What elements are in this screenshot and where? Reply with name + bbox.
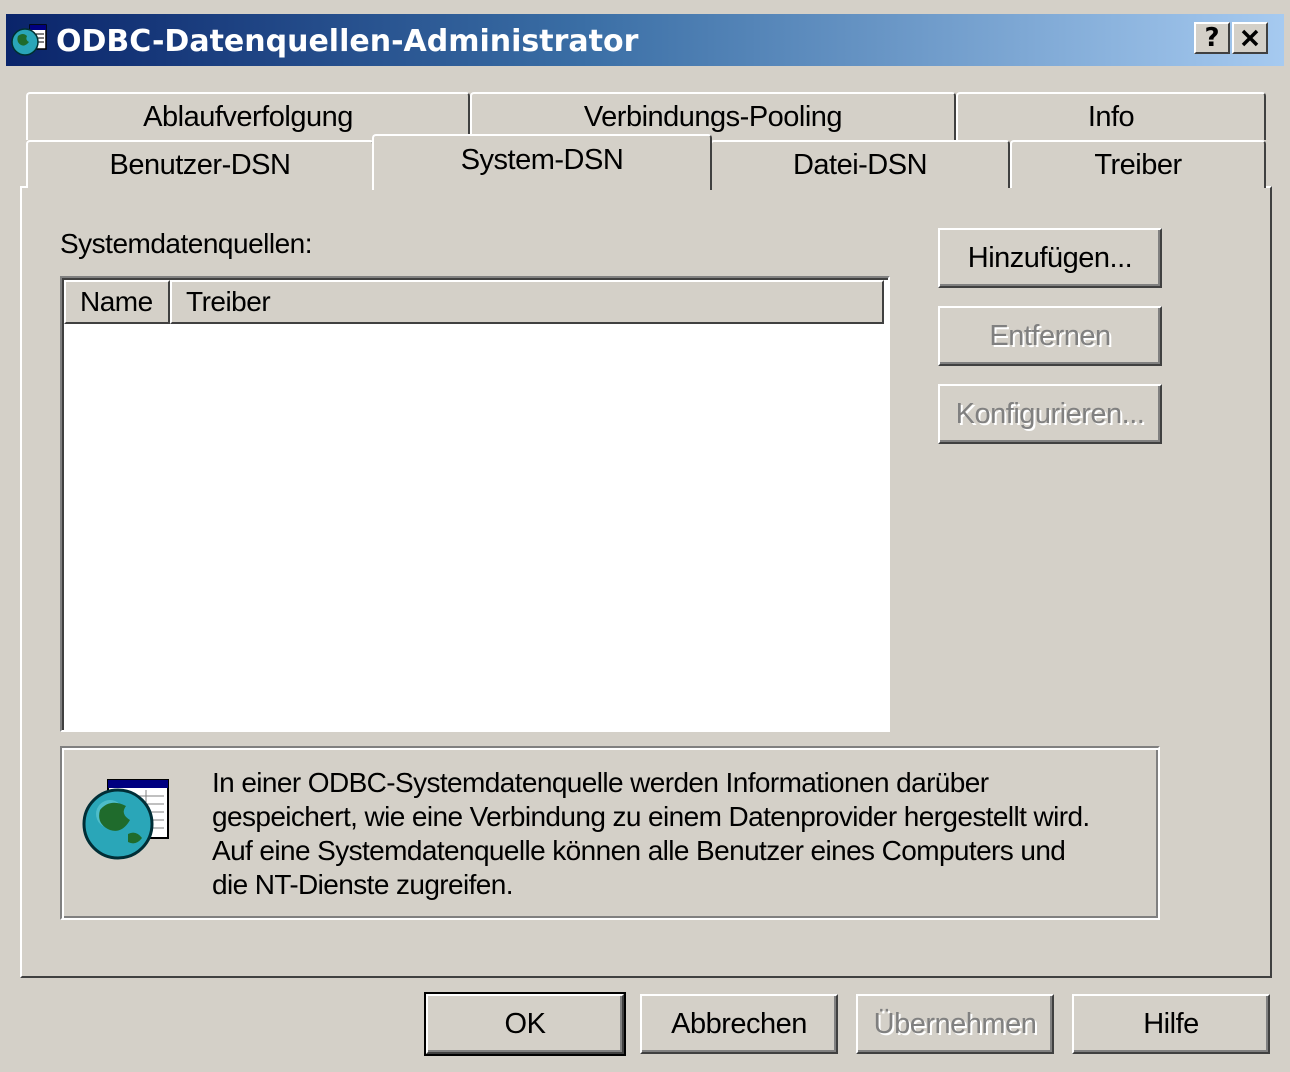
- tab-datei-dsn[interactable]: Datei-DSN: [710, 140, 1010, 188]
- close-caption-button[interactable]: [1232, 22, 1268, 54]
- column-header-name[interactable]: Name: [64, 280, 170, 324]
- tab-treiber[interactable]: Treiber: [1010, 140, 1266, 188]
- tab-verbindungs-pooling[interactable]: Verbindungs-Pooling: [470, 92, 956, 140]
- info-line-1: In einer ODBC-Systemdatenquelle werden I…: [212, 767, 989, 798]
- info-line-3: Auf eine Systemdatenquelle können alle B…: [212, 835, 1066, 866]
- tab-system-dsn[interactable]: System-DSN: [372, 134, 712, 190]
- ok-button[interactable]: OK: [424, 992, 626, 1056]
- tab-info[interactable]: Info: [956, 92, 1266, 140]
- column-header-treiber[interactable]: Treiber: [170, 280, 884, 324]
- apply-button[interactable]: Übernehmen: [856, 994, 1054, 1054]
- tab-ablaufverfolgung[interactable]: Ablaufverfolgung: [26, 92, 470, 140]
- info-box: In einer ODBC-Systemdatenquelle werden I…: [60, 746, 1160, 920]
- info-line-4: die NT-Dienste zugreifen.: [212, 869, 514, 900]
- info-line-2: gespeichert, wie eine Verbindung zu eine…: [212, 801, 1090, 832]
- close-icon: [1241, 29, 1259, 47]
- odbc-app-icon: [11, 24, 47, 56]
- cancel-button[interactable]: Abbrechen: [640, 994, 838, 1054]
- configure-button[interactable]: Konfigurieren...: [938, 384, 1162, 444]
- help-button[interactable]: Hilfe: [1072, 994, 1270, 1054]
- tab-benutzer-dsn[interactable]: Benutzer-DSN: [26, 140, 374, 188]
- systemdatenquellen-label: Systemdatenquellen:: [60, 228, 313, 259]
- window-title: ODBC-Datenquellen-Administrator: [56, 24, 639, 59]
- system-dsn-list[interactable]: Name Treiber: [60, 276, 890, 732]
- remove-button[interactable]: Entfernen: [938, 306, 1162, 366]
- globe-datasource-icon: [82, 779, 169, 860]
- info-description: In einer ODBC-Systemdatenquelle werden I…: [212, 766, 1152, 902]
- help-caption-button[interactable]: ?: [1194, 22, 1230, 54]
- title-bar[interactable]: ODBC-Datenquellen-Administrator ?: [6, 14, 1284, 66]
- add-button[interactable]: Hinzufügen...: [938, 228, 1162, 288]
